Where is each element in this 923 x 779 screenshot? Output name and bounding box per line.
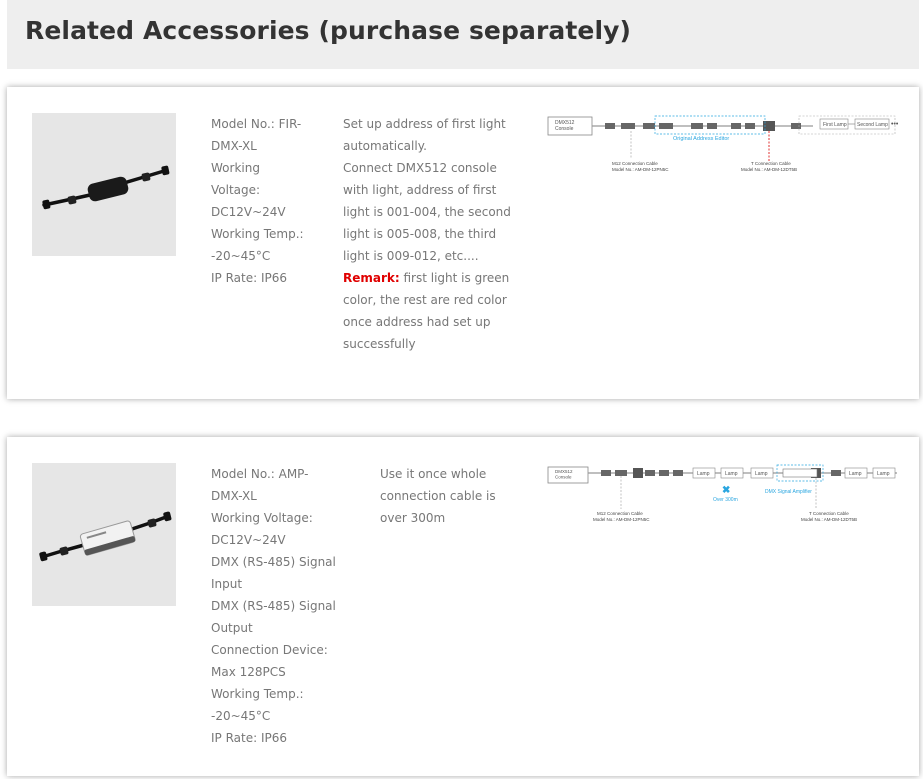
description: Use it once whole connection cable is ov… [380,463,520,529]
editor-label: Original Address Editor [673,136,729,142]
spec-line: -20~45°C [211,709,271,723]
desc-line: with light, address of first [343,183,497,197]
amplifier-image [39,511,172,562]
desc-line: Set up address of first light [343,117,506,131]
description: Set up address of first light automatica… [343,113,518,355]
lamp-label: Lamp [725,471,738,477]
remark-line: once address had set up [343,315,491,329]
spec-line: Model No.: AMP- [211,467,309,481]
remark-line: successfully [343,337,416,351]
spec-line: DMX (RS-485) Signal [211,599,336,613]
spec-line: DC12V~24V [211,533,286,547]
spec-line: -20~45°C [211,249,271,263]
section-header: Related Accessories (purchase separately… [7,0,919,69]
cable1-model: Model No.: AM-DM-12PN5C [612,167,669,172]
spec-line: DMX-XL [211,489,257,503]
cable2-label: T Connection Cable [751,161,791,166]
desc-line: light is 001-004, the second [343,205,511,219]
lamp-label: Lamp [877,471,890,477]
second-lamp-label: Second Lamp [857,122,888,128]
console-label: DMX512 Console [555,120,575,132]
spec-line: Working [211,161,260,175]
cable-image [42,165,170,210]
desc-line: automatically. [343,139,427,153]
spec-line: DMX (RS-485) Signal [211,555,336,569]
spec-line: Working Temp.: [211,687,304,701]
product-image [32,463,176,606]
connection-diagram: DMX512 Console Original Address Editor Fi… [547,115,899,172]
spec-line: IP Rate: IP66 [211,271,288,285]
console-label: DMX512 Console [555,469,573,479]
desc-line: Use it once whole [380,467,487,481]
cable2-label: T Connection Cable [809,511,849,516]
lamp-label: Lamp [697,471,710,477]
first-lamp-label: First Lamp [823,122,847,128]
section-title: Related Accessories (purchase separately… [25,16,632,45]
spec-list: Model No.: AMP- DMX-XL Working Voltage: … [211,463,341,749]
connection-diagram: DMX512 Console Lamp Lamp Lamp Lamp Lamp ✖… [547,464,897,522]
spec-line: Voltage: [211,183,261,197]
cable1-label: M12 Connection Cable [612,161,658,166]
remark-line: color, the rest are red color [343,293,507,307]
desc-line: Connect DMX512 console [343,161,497,175]
spec-line: Connection Device: [211,643,328,657]
cable2-model: Model No.: AM-DM-12DT5B [801,517,857,522]
spec-line: DC12V~24V [211,205,286,219]
desc-line: light is 009-012, etc.... [343,249,479,263]
spec-line: Input [211,577,243,591]
product-image [32,113,176,256]
spec-line: IP Rate: IP66 [211,731,288,745]
amp-label: DMX Signal Amplifier [765,489,812,495]
remark-label: Remark: [343,271,400,285]
spec-line: DMX-XL [211,139,257,153]
remark-line: Remark: first light is green [343,267,518,289]
spec-line: Model No.: FIR- [211,117,302,131]
over-label: Over 300m [713,497,738,503]
desc-line: connection cable is [380,489,496,503]
spec-line: Max 128PCS [211,665,286,679]
break-icon: ✖ [722,485,730,496]
remark-text: first light is green [399,271,510,285]
lamp-label: Lamp [849,471,862,477]
accessory-card-amp: Model No.: AMP- DMX-XL Working Voltage: … [7,437,919,776]
cable1-model: Model No.: AM-DM-12PN5C [593,517,650,522]
spec-line: Working Voltage: [211,511,313,525]
spec-line: Output [211,621,253,635]
lamp-label: Lamp [755,471,768,477]
desc-line: over 300m [380,511,446,525]
spec-line: Working Temp.: [211,227,304,241]
accessory-card-fir: Model No.: FIR- DMX-XL Working Voltage: … [7,87,919,399]
cable1-label: M12 Connection Cable [597,511,643,516]
spec-list: Model No.: FIR- DMX-XL Working Voltage: … [211,113,311,289]
desc-line: light is 005-008, the third [343,227,497,241]
cable2-model: Model No.: AM-DM-12DT5B [741,167,797,172]
